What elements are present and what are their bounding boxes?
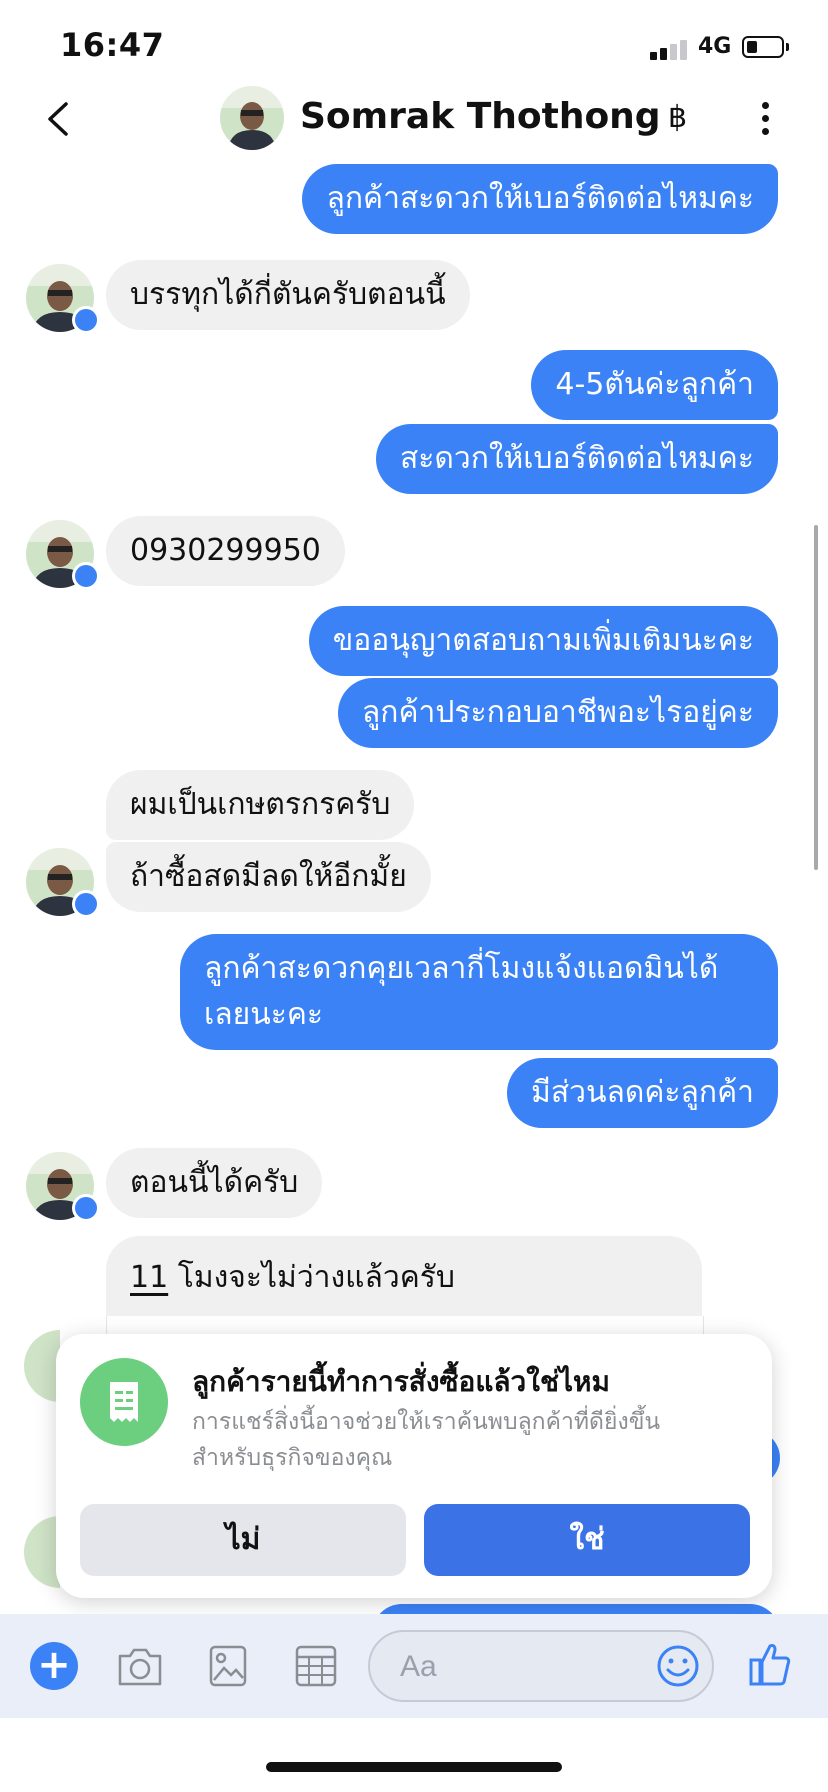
message-incoming[interactable]: ผมเป็นเกษตรกรครับ [106, 770, 415, 840]
sender-avatar [24, 262, 100, 334]
sender-avatar [24, 518, 100, 590]
message-incoming[interactable]: ถ้าซื้อสดมีลดให้อีกมั้ย [106, 842, 431, 912]
contact-avatar[interactable] [220, 86, 284, 150]
message-card-rest: โมงจะไม่ว่างแล้วครับ [168, 1260, 455, 1295]
message-outgoing[interactable]: ลูกค้าสะดวกคุยเวลากี่โมงแจ้งแอดมินได้เลย… [180, 934, 778, 1050]
message-incoming[interactable]: บรรทุกได้กี่ตันครับตอนนี้ [106, 260, 470, 330]
messenger-badge-icon [72, 562, 100, 590]
signal-icon [650, 38, 690, 60]
sender-avatar [24, 1516, 60, 1588]
status-time: 16:47 [60, 26, 165, 64]
receipt-icon [80, 1358, 168, 1446]
home-indicator [266, 1762, 562, 1772]
battery-icon [742, 36, 784, 58]
network-type: 4G [698, 34, 732, 59]
message-outgoing[interactable]: 4-5ตันค่ะลูกค้า [531, 350, 778, 420]
baht-icon[interactable]: ฿ [668, 100, 687, 135]
dialog-description: การแชร์สิ่งนี้อาจช่วยให้เราค้นพบลูกค้าที… [192, 1409, 661, 1471]
gallery-icon[interactable] [208, 1644, 248, 1688]
messenger-badge-icon [72, 306, 100, 334]
message-outgoing[interactable]: ลูกค้าสะดวกให้เบอร์ติดต่อไหมคะ [302, 164, 778, 234]
sender-avatar [24, 1330, 60, 1402]
plus-icon[interactable]: + [30, 1642, 78, 1690]
sender-avatar [24, 1150, 100, 1222]
message-card-text: 11 โมงจะไม่ว่างแล้วครับ [130, 1254, 455, 1301]
message-outgoing[interactable]: ขออนุญาตสอบถามเพิ่มเติมนะคะ [308, 606, 778, 676]
camera-icon[interactable] [116, 1644, 164, 1688]
messenger-badge-icon [72, 1194, 100, 1222]
message-incoming[interactable]: 0930299950 [106, 516, 345, 586]
battery-cap [786, 43, 789, 51]
calendar-grid-icon[interactable] [294, 1644, 338, 1688]
message-incoming[interactable]: ตอนนี้ได้ครับ [106, 1148, 323, 1218]
emoji-icon[interactable] [656, 1644, 700, 1688]
back-chevron-icon[interactable] [44, 100, 72, 138]
contact-name[interactable]: Somrak Thothong [300, 96, 661, 137]
message-input[interactable] [398, 1632, 622, 1702]
messenger-badge-icon [72, 890, 100, 918]
thumbs-up-icon[interactable] [748, 1640, 792, 1688]
more-options-icon[interactable] [762, 102, 770, 136]
yes-button[interactable]: ใช่ [424, 1504, 750, 1576]
message-outgoing[interactable]: ลูกค้าประกอบอาชีพอะไรอยู่คะ [337, 678, 778, 748]
message-outgoing[interactable]: สะดวกให้เบอร์ติดต่อไหมคะ [375, 424, 778, 494]
dialog-title: ลูกค้ารายนี้ทำการสั่งซื้อแล้วใช่ไหม [192, 1365, 610, 1398]
time-link[interactable]: 11 [130, 1260, 168, 1295]
sender-avatar [24, 846, 100, 918]
message-outgoing[interactable]: มีส่วนลดค่ะลูกค้า [507, 1058, 778, 1128]
scrollbar[interactable] [814, 525, 818, 870]
no-button[interactable]: ไม่ [80, 1504, 406, 1576]
